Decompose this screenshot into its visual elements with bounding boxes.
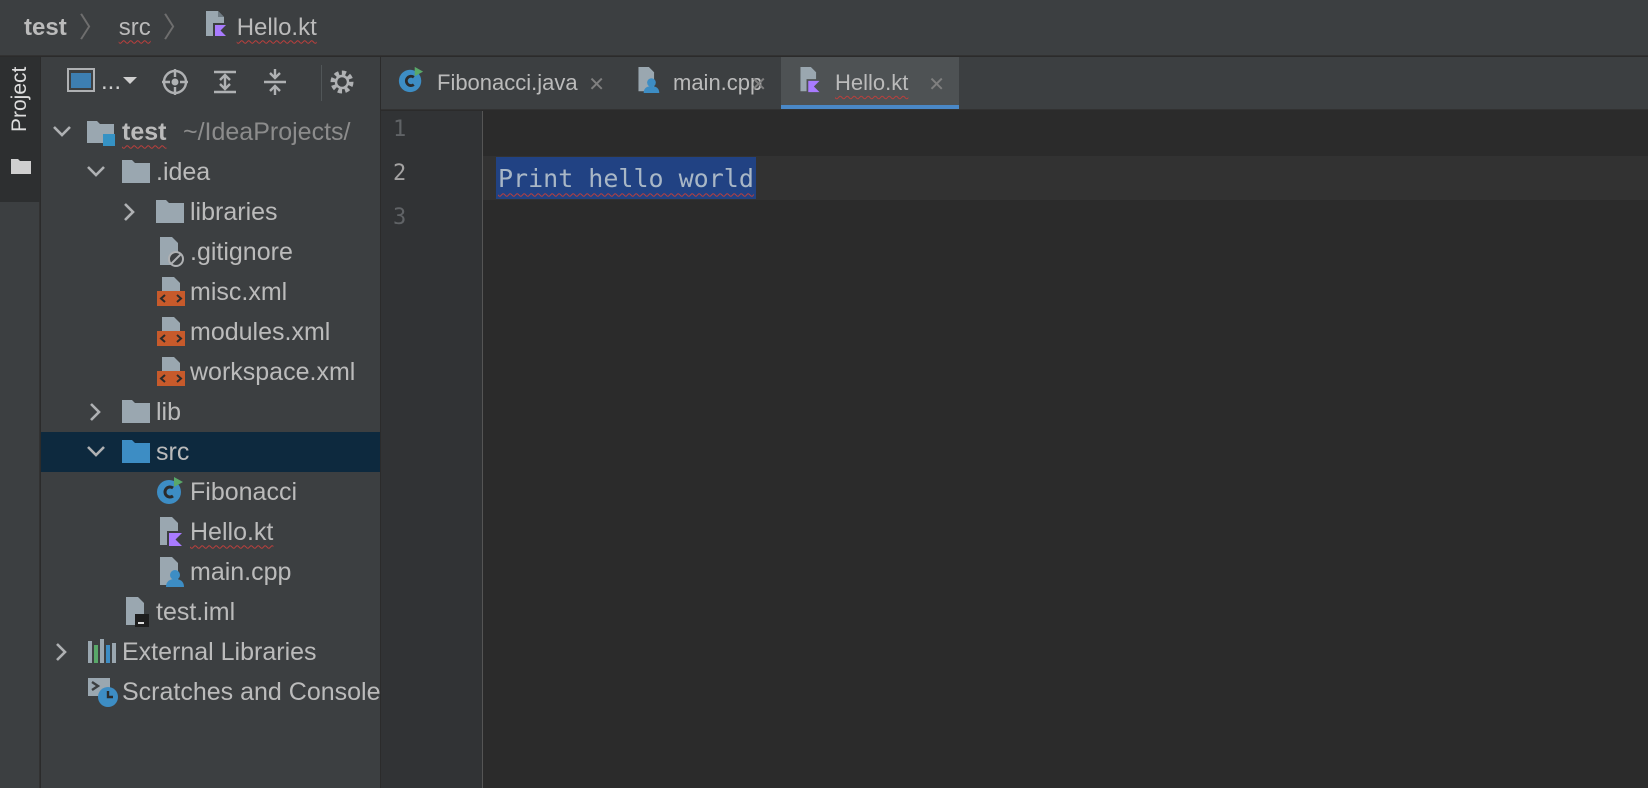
breadcrumb-folder[interactable]: src	[119, 14, 151, 42]
tree-item-workspace-xml[interactable]: workspace.xml	[41, 352, 380, 392]
java-class-icon	[397, 66, 425, 100]
xml-file-icon	[156, 276, 186, 306]
project-tool-window-button[interactable]: Project	[0, 57, 40, 202]
tree-item-external-libraries[interactable]: External Libraries	[41, 632, 380, 672]
expand-all-icon[interactable]	[209, 67, 241, 97]
folder-icon	[155, 197, 185, 227]
scratches-icon	[87, 676, 118, 707]
tree-item-test-iml[interactable]: test.iml	[41, 592, 380, 632]
gear-icon[interactable]	[325, 67, 359, 97]
tab-label: Fibonacci.java	[437, 70, 578, 95]
java-class-icon	[155, 476, 185, 506]
xml-file-icon	[156, 316, 186, 346]
chevron-right-icon[interactable]	[119, 201, 141, 223]
locate-icon[interactable]	[159, 67, 191, 97]
source-folder-icon	[121, 437, 151, 467]
chevron-down-icon[interactable]	[85, 441, 107, 463]
line-number: 2	[393, 161, 407, 186]
tree-item-fibonacci[interactable]: Fibonacci	[41, 472, 380, 512]
view-selector[interactable]: ...	[63, 67, 143, 97]
tree-item-label: Scratches and Consoles	[122, 677, 380, 706]
code-line-selected[interactable]: Print hello world	[496, 157, 756, 199]
tree-item-idea[interactable]: .idea	[41, 152, 380, 192]
tree-item-hello-kt[interactable]: Hello.kt	[41, 512, 380, 552]
tree-item-label: src	[156, 437, 190, 466]
project-view-icon	[66, 67, 95, 98]
tab-fibonacci-java[interactable]: Fibonacci.java ✕	[381, 57, 619, 109]
ignored-file-icon	[156, 236, 186, 267]
close-icon[interactable]: ✕	[588, 72, 605, 97]
close-icon[interactable]: ✕	[750, 72, 767, 97]
cpp-file-icon	[635, 65, 661, 101]
code-editor[interactable]: Print hello world	[483, 111, 1648, 788]
breadcrumb-file-label: Hello.kt	[236, 13, 317, 41]
module-folder-icon	[86, 117, 116, 147]
kotlin-file-icon	[203, 10, 229, 45]
tree-item-main-cpp[interactable]: main.cpp	[41, 552, 380, 592]
tree-item-label: main.cpp	[190, 557, 292, 586]
close-icon[interactable]: ✕	[928, 72, 945, 97]
tree-item-label: misc.xml	[190, 277, 288, 306]
breadcrumb: test 〉 src 〉 Hello.kt	[0, 0, 1648, 56]
toolbar-separator	[321, 65, 322, 101]
kotlin-file-icon	[797, 65, 823, 101]
line-number: 1	[393, 117, 407, 142]
tree-item-label: Fibonacci	[190, 477, 297, 506]
chevron-down-icon	[121, 73, 139, 91]
tree-item-misc-xml[interactable]: misc.xml	[41, 272, 380, 312]
project-panel: ... test ~/IdeaProjects/ .idea libraries…	[41, 57, 380, 788]
chevron-down-icon[interactable]	[85, 161, 107, 183]
tree-item-label: Hello.kt	[190, 517, 274, 546]
line-number: 3	[393, 205, 407, 230]
xml-file-icon	[156, 356, 186, 386]
iml-file-icon	[122, 596, 152, 627]
collapse-all-icon[interactable]	[259, 67, 291, 97]
tree-item-label: test.iml	[156, 597, 236, 626]
chevron-right-icon[interactable]	[85, 401, 107, 423]
tree-item-libraries[interactable]: libraries	[41, 192, 380, 232]
chevron-right-icon: 〉	[162, 11, 191, 43]
tree-item-label: workspace.xml	[190, 357, 356, 386]
tool-window-stripe: Project	[0, 57, 40, 788]
project-panel-toolbar: ...	[41, 57, 380, 108]
tree-item-label: libraries	[190, 197, 278, 226]
tree-item-src[interactable]: src	[41, 432, 380, 472]
libraries-icon	[87, 637, 117, 667]
chevron-down-icon[interactable]	[51, 121, 73, 143]
folder-icon	[121, 397, 151, 427]
tab-main-cpp[interactable]: main.cpp ✕	[619, 57, 781, 109]
folder-icon	[121, 157, 151, 187]
tree-item-label: modules.xml	[190, 317, 331, 346]
line-number-gutter: 1 2 3	[381, 111, 483, 788]
tab-hello-kt[interactable]: Hello.kt ✕	[781, 57, 959, 109]
tree-item-label: .idea	[156, 157, 211, 186]
tree-item-label: lib	[156, 397, 182, 426]
tree-item-label: External Libraries	[122, 637, 317, 666]
tree-item-gitignore[interactable]: .gitignore	[41, 232, 380, 272]
breadcrumb-project[interactable]: test	[24, 14, 67, 42]
tree-item-label: test	[122, 117, 167, 146]
chevron-right-icon: 〉	[78, 11, 107, 43]
project-stripe-label: Project	[8, 66, 31, 132]
tree-item-path: ~/IdeaProjects/	[183, 117, 351, 146]
folder-icon	[10, 157, 32, 180]
breadcrumb-file[interactable]: Hello.kt	[203, 10, 317, 45]
tree-item-lib[interactable]: lib	[41, 392, 380, 432]
tree-item-label: .gitignore	[190, 237, 293, 266]
editor-tabs: Fibonacci.java ✕ main.cpp ✕ Hello.kt ✕	[381, 57, 1648, 110]
tree-item-test[interactable]: test ~/IdeaProjects/	[41, 112, 380, 152]
kotlin-file-icon	[156, 516, 186, 547]
tab-label: Hello.kt	[835, 70, 909, 95]
tree-item-modules-xml[interactable]: modules.xml	[41, 312, 380, 352]
chevron-right-icon[interactable]	[51, 641, 73, 663]
view-selector-label: ...	[100, 68, 121, 95]
tree-item-scratches[interactable]: Scratches and Consoles	[41, 672, 380, 712]
tab-label: main.cpp	[673, 70, 763, 95]
cpp-file-icon	[156, 556, 186, 587]
